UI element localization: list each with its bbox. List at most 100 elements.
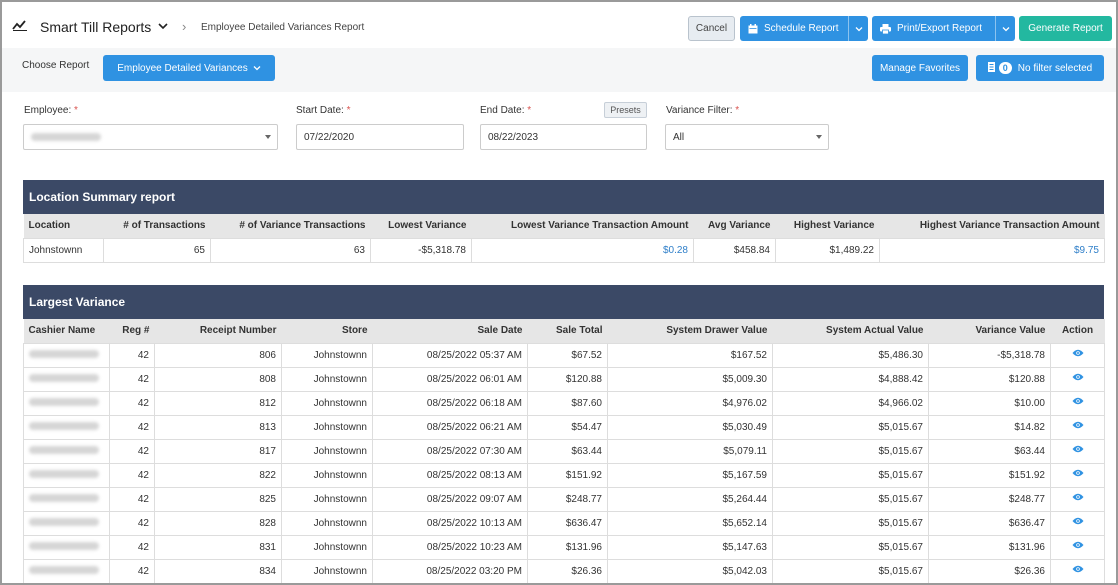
cell-receipt: 808 — [154, 366, 282, 392]
table-row: 42 812 Johnstownn 08/25/2022 06:18 AM $87.60… — [23, 390, 1105, 416]
cell-sale-date: 08/25/2022 06:01 AM — [372, 366, 528, 392]
printer-icon — [880, 23, 891, 34]
cashier-name-redacted — [29, 445, 99, 454]
eye-icon[interactable] — [1072, 541, 1084, 552]
cell-drawer-value: $4,976.02 — [607, 390, 773, 416]
schedule-dropdown-toggle[interactable] — [848, 16, 868, 41]
employee-select[interactable] — [23, 124, 278, 150]
print-dropdown-toggle[interactable] — [995, 16, 1015, 41]
cell-sale-date: 08/25/2022 06:21 AM — [372, 414, 528, 440]
eye-icon[interactable] — [1072, 373, 1084, 384]
filter-button[interactable]: 0 No filter selected — [976, 55, 1104, 81]
cell-actual-value: $5,015.67 — [772, 534, 929, 560]
cell-cashier-name — [23, 486, 110, 512]
end-date-input[interactable]: 08/22/2023 — [480, 124, 647, 150]
cell-variance-value: $120.88 — [928, 366, 1051, 392]
eye-icon[interactable] — [1072, 493, 1084, 504]
eye-icon[interactable] — [1072, 517, 1084, 528]
cell-cashier-name — [23, 462, 110, 488]
table-row: 42 817 Johnstownn 08/25/2022 07:30 AM $63.44… — [23, 438, 1105, 464]
cell-cashier-name — [23, 366, 110, 392]
table-row: 42 822 Johnstownn 08/25/2022 08:13 AM $151.9… — [23, 462, 1105, 488]
caret-down-icon — [816, 135, 822, 139]
eye-icon[interactable] — [1072, 397, 1084, 408]
cell-variance-value: $63.44 — [928, 438, 1051, 464]
generate-report-button[interactable]: Generate Report — [1019, 16, 1112, 41]
table-header-row: Cashier Name Reg # Receipt Number Store … — [23, 319, 1105, 343]
cell-action — [1050, 534, 1105, 560]
column-header: Lowest Variance Transaction Amount — [471, 214, 694, 238]
schedule-report-button[interactable]: Schedule Report — [740, 16, 868, 41]
largest-variance-body: 42 806 Johnstownn 08/25/2022 05:37 AM $67.52… — [23, 342, 1105, 583]
end-date-value: 08/22/2023 — [488, 131, 539, 143]
cell-cashier-name — [23, 438, 110, 464]
report-select-dropdown[interactable]: Employee Detailed Variances — [103, 55, 275, 81]
column-header: System Drawer Value — [607, 319, 773, 343]
eye-icon[interactable] — [1072, 565, 1084, 576]
cell-reg: 42 — [109, 558, 155, 583]
manage-favorites-label: Manage Favorites — [879, 62, 961, 74]
cancel-button-label: Cancel — [695, 23, 728, 34]
cell-reg: 42 — [109, 366, 155, 392]
cancel-button[interactable]: Cancel — [688, 16, 735, 41]
manage-favorites-button[interactable]: Manage Favorites — [872, 55, 968, 81]
employee-name-redacted — [31, 133, 101, 141]
cell-variance-value: $636.47 — [928, 510, 1051, 536]
report-select-value: Employee Detailed Variances — [117, 62, 248, 74]
location-summary-title: Location Summary report — [23, 180, 1104, 214]
column-header: Highest Variance Transaction Amount — [879, 214, 1105, 238]
cell-sale-total: $151.92 — [527, 462, 608, 488]
table-row: Johnstownn 65 63 -$5,318.78 $0.28 $458.8… — [23, 237, 1105, 263]
chevron-down-icon[interactable] — [158, 22, 168, 30]
cashier-name-redacted — [29, 349, 99, 358]
cell-store: Johnstownn — [281, 486, 373, 512]
cell-receipt: 812 — [154, 390, 282, 416]
cell-transactions: 65 — [103, 237, 211, 263]
cell-drawer-value: $167.52 — [607, 342, 773, 368]
cell-cashier-name — [23, 342, 110, 368]
eye-icon[interactable] — [1072, 349, 1084, 360]
top-bar: Smart Till Reports › Employee Detailed V… — [2, 2, 1116, 48]
cell-store: Johnstownn — [281, 534, 373, 560]
choose-report-label: Choose Report — [22, 60, 90, 71]
cell-lowest-variance: -$5,318.78 — [370, 237, 472, 263]
variance-filter-select[interactable]: All — [665, 124, 829, 150]
cell-cashier-name — [23, 414, 110, 440]
column-header: Highest Variance — [775, 214, 880, 238]
eye-icon[interactable] — [1072, 445, 1084, 456]
cell-variance-value: $131.96 — [928, 534, 1051, 560]
start-date-input[interactable]: 07/22/2020 — [296, 124, 464, 150]
column-header: Receipt Number — [154, 319, 282, 343]
cell-actual-value: $5,015.67 — [772, 486, 929, 512]
start-date-field-label: Start Date: * — [296, 105, 351, 116]
required-mark: * — [527, 105, 532, 116]
eye-icon[interactable] — [1072, 421, 1084, 432]
cell-sale-date: 08/25/2022 09:07 AM — [372, 486, 528, 512]
cell-actual-value: $5,015.67 — [772, 558, 929, 583]
cell-reg: 42 — [109, 462, 155, 488]
cashier-name-redacted — [29, 469, 99, 478]
cell-store: Johnstownn — [281, 438, 373, 464]
cell-actual-value: $5,015.67 — [772, 510, 929, 536]
cell-avg-variance: $458.84 — [693, 237, 776, 263]
cell-reg: 42 — [109, 414, 155, 440]
column-header: # of Variance Transactions — [210, 214, 371, 238]
calendar-icon — [748, 23, 758, 34]
employee-label-text: Employee: — [24, 105, 72, 116]
highest-variance-amount-link[interactable]: $9.75 — [879, 237, 1105, 263]
eye-icon[interactable] — [1072, 469, 1084, 480]
lowest-variance-amount-link[interactable]: $0.28 — [471, 237, 694, 263]
presets-button[interactable]: Presets — [604, 102, 647, 118]
breadcrumb-separator-icon: › — [182, 19, 187, 34]
cell-drawer-value: $5,030.49 — [607, 414, 773, 440]
cashier-name-redacted — [29, 397, 99, 406]
cell-sale-date: 08/25/2022 06:18 AM — [372, 390, 528, 416]
filter-count-badge: 0 — [998, 62, 1012, 74]
cell-actual-value: $4,966.02 — [772, 390, 929, 416]
cell-sale-total: $131.96 — [527, 534, 608, 560]
cell-sale-total: $87.60 — [527, 390, 608, 416]
print-export-button[interactable]: Print/Export Report — [872, 16, 1015, 41]
cell-store: Johnstownn — [281, 390, 373, 416]
cell-receipt: 817 — [154, 438, 282, 464]
cell-receipt: 806 — [154, 342, 282, 368]
